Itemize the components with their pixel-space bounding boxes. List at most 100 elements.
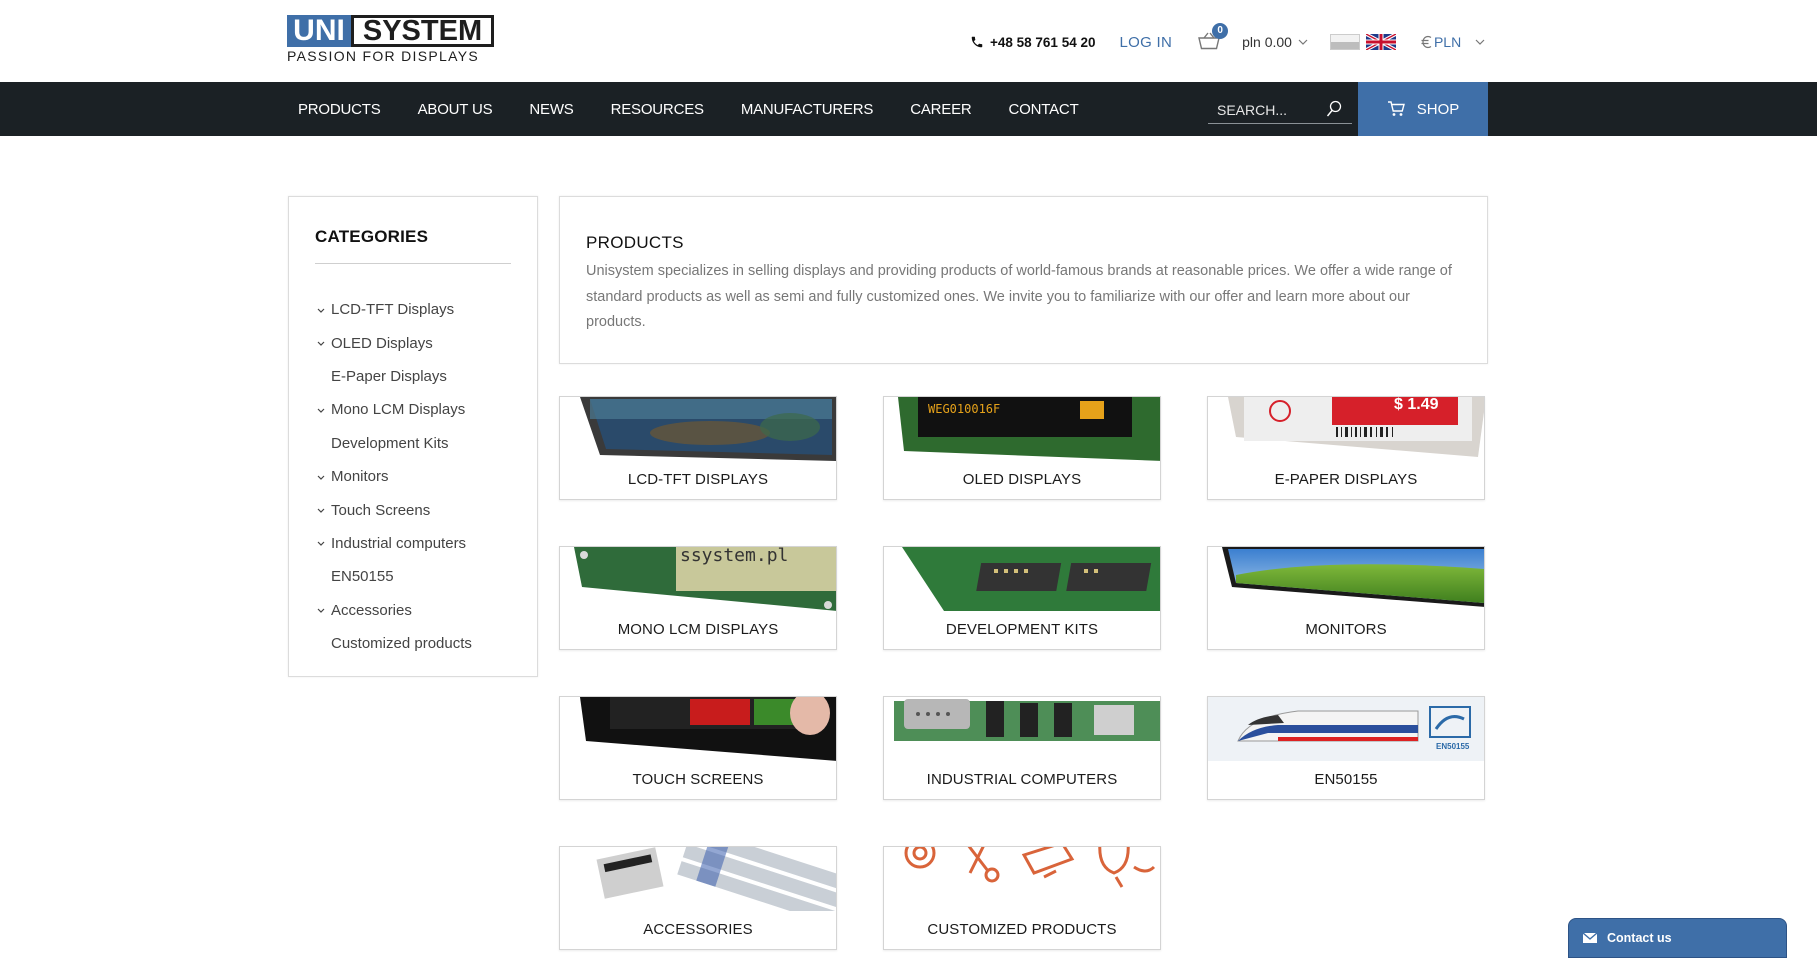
product-card-customized-products[interactable]: CUSTOMIZED PRODUCTS [883,846,1161,950]
euro-icon [1421,35,1432,49]
shopping-cart-icon [1387,101,1405,116]
cart-button[interactable]: 0 [1198,23,1229,52]
product-card-label: LCD-TFT DISPLAYS [627,471,769,488]
product-card-label: EN50155 [1314,771,1378,788]
category-item[interactable]: LCD-TFT Displays [317,293,472,326]
category-item[interactable]: Development Kits [317,427,472,460]
cart-total-value: pln 0.00 [1242,34,1292,50]
product-card-label: DEVELOPMENT KITS [945,621,1099,638]
products-intro: PRODUCTS Unisystem specializes in sellin… [559,196,1488,364]
nav-item-news[interactable]: NEWS [529,101,573,118]
tools-image [884,847,1160,911]
nav-item-products[interactable]: PRODUCTS [298,101,381,118]
chevron-down-icon[interactable] [317,507,331,513]
category-item[interactable]: Monitors [317,460,472,493]
lcd-tft-image [560,397,836,461]
contact-us-button[interactable]: Contact us [1568,918,1787,958]
product-card-development-kits[interactable]: DEVELOPMENT KITS [883,546,1161,650]
currency-dropdown[interactable]: PLN [1420,34,1485,50]
nav-item-career[interactable]: CAREER [910,101,972,118]
product-card-oled[interactable]: WEG010016F OLED DISPLAYS [883,396,1161,500]
language-switcher [1329,34,1396,50]
chevron-down-icon[interactable] [317,407,331,413]
nav-item-resources[interactable]: RESOURCES [611,101,704,118]
product-card-label: INDUSTRIAL COMPUTERS [926,771,1118,788]
epaper-image-text: $ 1.49 [1394,397,1439,413]
product-card-label: E-PAPER DISPLAYS [1274,471,1418,488]
cart-total-dropdown[interactable]: pln 0.00 [1242,34,1308,50]
en50155-image-text: EN50155 [1436,742,1470,751]
logo-system-text: SYSTEM [351,15,494,47]
product-card-touch-screens[interactable]: TOUCH SCREENS [559,696,837,800]
product-card-label: ACCESSORIES [643,921,753,938]
category-label: Mono LCM Displays [331,401,466,419]
product-card-en50155[interactable]: EN50155 EN50155 [1207,696,1485,800]
product-card-monitors[interactable]: MONITORS [1207,546,1485,650]
category-item[interactable]: Industrial computers [317,527,472,560]
envelope-icon [1583,933,1597,943]
category-label: OLED Displays [331,334,433,352]
category-label: E-Paper Displays [331,367,447,385]
categories-sidebar: CATEGORIES LCD-TFT Displays OLED Display… [288,196,538,677]
category-label: LCD-TFT Displays [331,301,455,319]
product-card-epaper[interactable]: $ 1.49 E-PAPER DISPLAYS [1207,396,1485,500]
header-utilities: +48 58 761 54 20 LOG IN 0 pln 0.00 PLN [970,23,1485,58]
category-list: LCD-TFT Displays OLED Displays E-Paper D… [317,293,472,660]
category-item[interactable]: OLED Displays [317,326,472,359]
sidebar-divider [315,263,511,264]
category-label: Touch Screens [331,501,431,519]
product-card-lcd-tft[interactable]: LCD-TFT DISPLAYS [559,396,837,500]
login-link[interactable]: LOG IN [1119,34,1172,51]
chevron-down-icon[interactable] [317,340,331,346]
unisystem-logo[interactable]: UNI SYSTEM PASSION FOR DISPLAYS [287,15,507,65]
category-label: Accessories [331,601,412,619]
shop-button-label: SHOP [1416,100,1460,118]
chevron-down-icon[interactable] [317,307,331,313]
product-card-label: MONITORS [1305,621,1387,638]
product-card-label: TOUCH SCREENS [632,771,764,788]
product-card-label: CUSTOMIZED PRODUCTS [927,921,1117,938]
category-item[interactable]: E-Paper Displays [317,360,472,393]
nav-item-about-us[interactable]: ABOUT US [418,101,493,118]
logo-uni-text: UNI [287,15,351,47]
product-card-accessories[interactable]: ACCESSORIES [559,846,837,950]
top-header: UNI SYSTEM PASSION FOR DISPLAYS +48 58 7… [0,0,1817,82]
phone-number: +48 58 761 54 20 [990,34,1096,50]
phone-link[interactable]: +48 58 761 54 20 [970,35,1095,50]
chevron-down-icon[interactable] [317,474,331,480]
cart-count-badge: 0 [1212,23,1229,39]
phone-icon [971,36,983,48]
currency-value: PLN [1433,34,1462,50]
flag-uk-icon[interactable] [1365,34,1396,50]
shop-button[interactable]: SHOP [1358,82,1488,136]
main-navigation: PRODUCTS ABOUT US NEWS RESOURCES MANUFAC… [0,82,1817,136]
monitor-image [1208,547,1484,611]
product-card-mono-lcm[interactable]: ssystem.pl MONO LCM DISPLAYS [559,546,837,650]
devkit-image [884,547,1160,611]
category-label: Customized products [331,635,472,653]
search-box [1208,96,1352,124]
contact-us-label: Contact us [1607,931,1672,945]
category-item[interactable]: Customized products [317,627,472,660]
page-title: PRODUCTS [586,233,684,252]
product-card-label: OLED DISPLAYS [962,471,1082,488]
category-item[interactable]: Touch Screens [317,493,472,526]
search-icon[interactable] [1326,100,1342,118]
search-input[interactable] [1208,101,1318,118]
nav-item-manufacturers[interactable]: MANUFACTURERS [741,101,874,118]
category-label: Industrial computers [331,534,467,552]
touchscreen-image [560,697,836,761]
epaper-image: $ 1.49 [1208,397,1484,461]
category-item[interactable]: Mono LCM Displays [317,393,472,426]
category-label: Development Kits [331,434,449,452]
flag-pl-icon[interactable] [1329,34,1360,50]
chevron-down-icon [1475,39,1485,45]
chevron-down-icon[interactable] [317,540,331,547]
product-card-industrial-computers[interactable]: INDUSTRIAL COMPUTERS [883,696,1161,800]
chevron-down-icon[interactable] [317,607,331,614]
category-item[interactable]: EN50155 [317,560,472,593]
intro-text: Unisystem specializes in selling display… [586,263,1452,330]
nav-item-contact[interactable]: CONTACT [1009,101,1079,118]
product-card-label: MONO LCM DISPLAYS [617,621,779,638]
category-item[interactable]: Accessories [317,594,472,627]
